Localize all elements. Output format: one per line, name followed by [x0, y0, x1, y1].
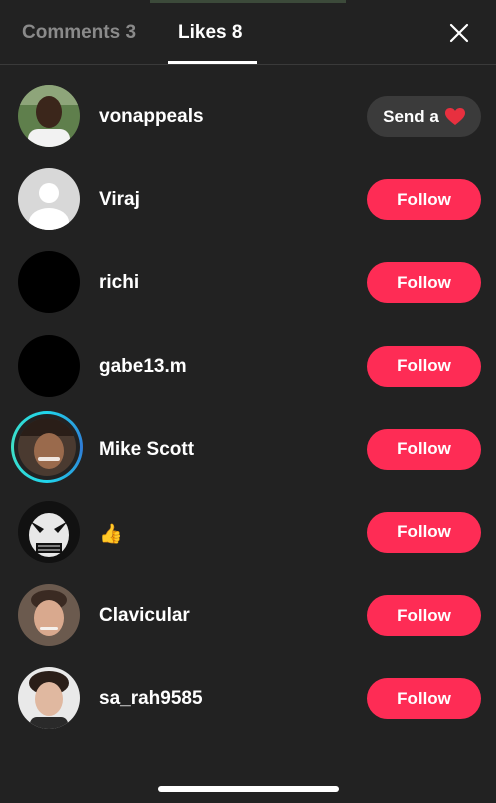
username[interactable]: Viraj — [99, 189, 140, 211]
send-label: Send a — [383, 106, 439, 126]
tab-bar: Comments 3 Likes 8 — [0, 0, 496, 65]
avatar[interactable] — [18, 168, 80, 231]
avatar[interactable] — [18, 667, 80, 730]
active-tab-indicator — [168, 61, 257, 64]
username[interactable]: richi — [99, 272, 139, 294]
list-item: Mike Scott Follow — [0, 398, 496, 483]
avatar[interactable] — [18, 417, 76, 476]
avatar[interactable] — [18, 251, 80, 314]
tab-comments[interactable]: Comments 3 — [22, 22, 136, 44]
list-item: Viraj Follow — [0, 148, 496, 231]
list-item: 👍 Follow — [0, 481, 496, 564]
follow-button[interactable]: Follow — [367, 595, 481, 637]
likes-sheet: Comments 3 Likes 8 vonappeals Send a Vir… — [0, 0, 496, 803]
follow-button[interactable]: Follow — [367, 678, 481, 720]
username[interactable]: 👍 — [99, 522, 123, 546]
close-icon[interactable] — [448, 22, 470, 44]
username[interactable]: Clavicular — [99, 605, 190, 627]
list-item: Clavicular Follow — [0, 564, 496, 647]
avatar[interactable] — [18, 85, 80, 147]
likes-list: vonappeals Send a Viraj Follow richi Fol… — [0, 65, 496, 731]
send-heart-button[interactable]: Send a — [367, 96, 481, 137]
list-item: richi Follow — [0, 231, 496, 314]
follow-button[interactable]: Follow — [367, 345, 481, 387]
follow-button[interactable]: Follow — [367, 428, 481, 470]
list-item: sa_rah9585 Follow — [0, 647, 496, 730]
username[interactable]: sa_rah9585 — [99, 688, 203, 710]
home-indicator[interactable] — [158, 786, 339, 792]
list-item: vonappeals Send a — [0, 65, 496, 148]
tab-likes[interactable]: Likes 8 — [178, 22, 242, 44]
username[interactable]: vonappeals — [99, 106, 204, 128]
story-ring[interactable] — [11, 410, 83, 483]
avatar[interactable] — [18, 584, 80, 647]
heart-icon — [444, 107, 465, 126]
follow-button[interactable]: Follow — [367, 262, 481, 304]
avatar[interactable] — [18, 500, 80, 563]
list-item: gabe13.m Follow — [0, 315, 496, 398]
avatar[interactable] — [18, 334, 80, 397]
username[interactable]: Mike Scott — [99, 439, 194, 461]
follow-button[interactable]: Follow — [367, 179, 481, 221]
follow-button[interactable]: Follow — [367, 511, 481, 553]
username[interactable]: gabe13.m — [99, 356, 187, 378]
